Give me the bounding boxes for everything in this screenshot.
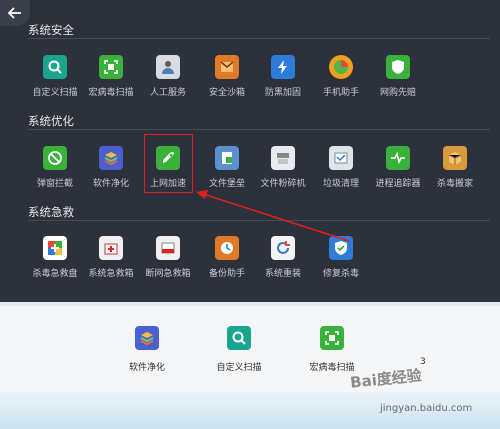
scan-frame-icon [320,326,344,350]
quicklaunch-label: 软件净化 [128,363,165,373]
quicklaunch-item-software-clean[interactable]: 软件净化 [112,326,182,373]
magnifier-icon [227,326,251,350]
layers-icon [135,326,159,350]
quicklaunch-label: 自定义扫描 [216,363,262,373]
watermark-url: jingyan.baidu.com [380,403,473,414]
quicklaunch-item-custom-scan[interactable]: 自定义扫描 [204,326,274,373]
quicklaunch-item-macro-scan[interactable]: 宏病毒扫描 [297,326,367,373]
